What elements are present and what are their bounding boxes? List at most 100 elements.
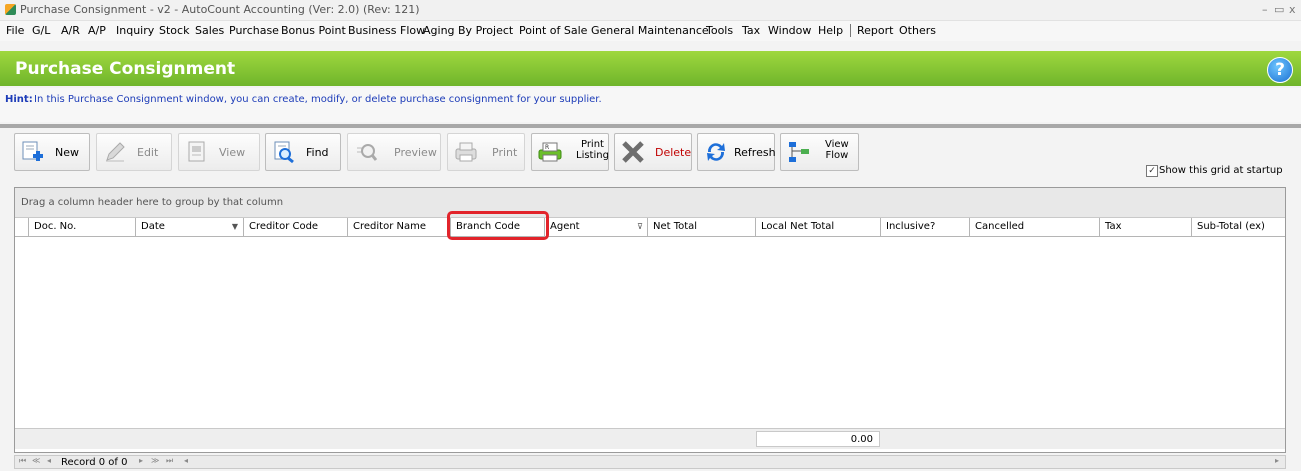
filter-icon[interactable]: ⊽: [637, 222, 643, 231]
print-label: Print: [492, 146, 518, 159]
window-title: Purchase Consignment - v2 - AutoCount Ac…: [20, 3, 420, 16]
menu-business-flow[interactable]: Business Flow: [348, 24, 425, 37]
find-label: Find: [306, 146, 329, 159]
edit-pencil-icon: [106, 142, 125, 162]
print-listing-label: Print Listing: [576, 139, 609, 161]
scroll-right-icon[interactable]: ▸: [1275, 456, 1279, 465]
refresh-label: Refresh: [734, 146, 776, 159]
scroll-left-icon[interactable]: ◂: [184, 456, 188, 465]
menu-tax[interactable]: Tax: [742, 24, 760, 37]
menu-sales[interactable]: Sales: [195, 24, 224, 37]
print-button[interactable]: Print: [447, 133, 525, 171]
menu-aging-by-project[interactable]: Aging By Project: [423, 24, 513, 37]
menu-stock[interactable]: Stock: [159, 24, 189, 37]
sort-descending-icon: ▼: [231, 222, 238, 231]
print-listing-label-line2: Listing: [576, 150, 609, 161]
printer-icon: [455, 142, 477, 162]
menu-separator: [850, 24, 851, 37]
group-by-panel[interactable]: Drag a column header here to group by th…: [15, 188, 1285, 218]
previous-page-icon[interactable]: ≪: [32, 456, 40, 465]
menu-report[interactable]: Report: [857, 24, 893, 37]
delete-x-icon: [622, 141, 644, 163]
delete-label: Delete: [655, 146, 692, 159]
view-flow-label-line1: View: [825, 139, 849, 150]
close-button[interactable]: x: [1289, 3, 1296, 16]
new-button[interactable]: New: [14, 133, 90, 171]
group-by-hint: Drag a column header here to group by th…: [21, 197, 284, 208]
preview-magnifier-icon: [357, 144, 378, 161]
grid-footer: 0.00: [15, 428, 1285, 449]
menu-inquiry[interactable]: Inquiry: [116, 24, 154, 37]
preview-button[interactable]: Preview: [347, 133, 441, 171]
first-record-icon[interactable]: ⏮: [19, 456, 26, 466]
grid-header: Doc. No. Date ▼ Creditor Code Creditor N…: [15, 218, 1285, 237]
next-page-icon[interactable]: ≫: [151, 456, 159, 465]
column-doc-no[interactable]: Doc. No.: [29, 218, 136, 236]
column-cancelled[interactable]: Cancelled: [970, 218, 1100, 236]
column-local-net-total[interactable]: Local Net Total: [756, 218, 881, 236]
print-listing-button[interactable]: R Print Listing: [531, 133, 609, 171]
menu-others[interactable]: Others: [899, 24, 936, 37]
find-button[interactable]: Find: [265, 133, 341, 171]
menu-ap[interactable]: A/P: [88, 24, 106, 37]
column-agent[interactable]: Agent ⊽: [545, 218, 648, 236]
menu-tools[interactable]: Tools: [706, 24, 733, 37]
view-document-icon: [188, 141, 205, 162]
svg-text:R: R: [545, 144, 549, 151]
view-button[interactable]: View: [178, 133, 260, 171]
menu-purchase[interactable]: Purchase: [229, 24, 279, 37]
flow-diagram-icon: [789, 142, 809, 162]
menu-ar[interactable]: A/R: [61, 24, 80, 37]
column-date[interactable]: Date ▼: [136, 218, 244, 236]
help-icon[interactable]: ?: [1267, 57, 1293, 83]
column-inclusive[interactable]: Inclusive?: [881, 218, 970, 236]
view-flow-label-line2: Flow: [825, 150, 849, 161]
column-tax[interactable]: Tax: [1100, 218, 1192, 236]
previous-record-icon[interactable]: ◂: [47, 456, 51, 465]
view-flow-button[interactable]: View Flow: [780, 133, 859, 171]
hint-text: In this Purchase Consignment window, you…: [34, 94, 602, 105]
menu-general-maintenance[interactable]: General Maintenance: [591, 24, 709, 37]
print-listing-icon: R: [538, 142, 562, 162]
menu-help[interactable]: Help: [818, 24, 843, 37]
page-title: Purchase Consignment: [15, 59, 236, 79]
show-grid-checkbox[interactable]: ✓: [1146, 165, 1158, 177]
minimize-button[interactable]: –: [1262, 3, 1268, 16]
menu-window[interactable]: Window: [768, 24, 811, 37]
hint-bar: Hint: In this Purchase Consignment windo…: [0, 88, 1301, 122]
next-record-icon[interactable]: ▸: [139, 456, 143, 465]
menu-gl[interactable]: G/L: [32, 24, 50, 37]
column-sub-total-ex[interactable]: Sub-Total (ex): [1192, 218, 1285, 236]
edit-button[interactable]: Edit: [96, 133, 172, 171]
refresh-arrows-icon: [707, 143, 725, 161]
new-document-icon: [22, 141, 43, 161]
view-flow-label: View Flow: [825, 139, 849, 161]
title-bar: Purchase Consignment - v2 - AutoCount Ac…: [0, 0, 1301, 21]
row-indicator-header: [15, 218, 29, 236]
toolbar: New Edit View Find Preview Print R Print…: [0, 128, 1301, 184]
edit-label: Edit: [137, 146, 159, 159]
menu-file[interactable]: File: [6, 24, 24, 37]
record-navigator: ⏮ ≪ ◂ Record 0 of 0 ▸ ≫ ⏭ ◂ ▸: [14, 455, 1286, 469]
column-date-label: Date: [141, 221, 165, 232]
form-header: Purchase Consignment: [0, 51, 1301, 86]
column-net-total[interactable]: Net Total: [648, 218, 756, 236]
restore-button[interactable]: ▭: [1274, 3, 1284, 16]
preview-label: Preview: [394, 146, 437, 159]
last-record-icon[interactable]: ⏭: [166, 456, 173, 466]
column-creditor-code[interactable]: Creditor Code: [244, 218, 348, 236]
show-grid-label: Show this grid at startup: [1159, 165, 1283, 176]
column-creditor-name[interactable]: Creditor Name: [348, 218, 451, 236]
menu-point-of-sale[interactable]: Point of Sale: [519, 24, 587, 37]
column-agent-label: Agent: [550, 221, 580, 232]
find-search-icon: [274, 141, 294, 164]
new-label: New: [55, 146, 79, 159]
refresh-button[interactable]: Refresh: [697, 133, 776, 171]
menu-bonus-point[interactable]: Bonus Point: [281, 24, 346, 37]
record-count: Record 0 of 0: [61, 457, 128, 468]
delete-button[interactable]: Delete: [614, 133, 692, 171]
consignment-grid: Drag a column header here to group by th…: [14, 187, 1286, 453]
app-icon: [5, 4, 16, 15]
menu-bar: File G/L A/R A/P Inquiry Stock Sales Pur…: [0, 21, 1301, 41]
print-listing-label-line1: Print: [580, 139, 604, 150]
